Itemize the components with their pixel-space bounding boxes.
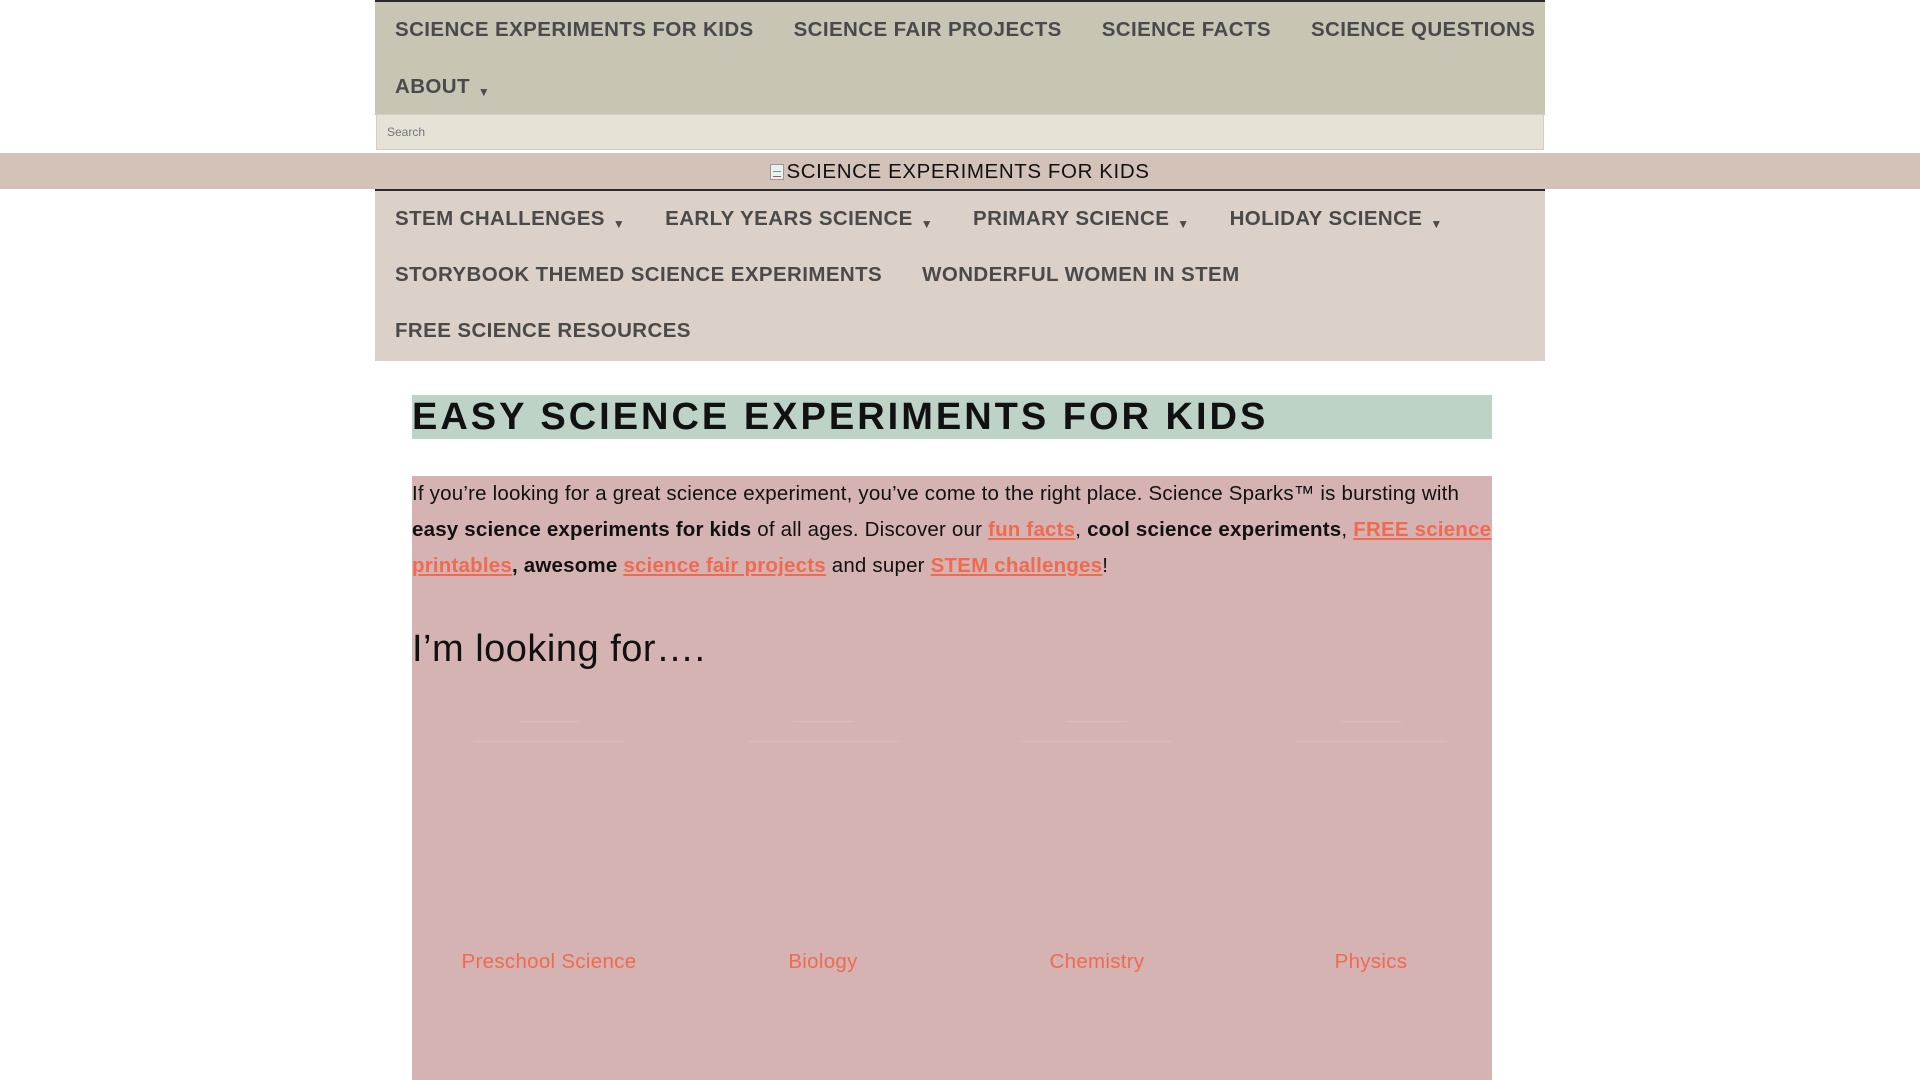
broken-image-icon bbox=[770, 164, 785, 180]
nav-stem-challenges-label: STEM CHALLENGES bbox=[395, 207, 605, 230]
chevron-down-icon: ▼ bbox=[477, 84, 491, 99]
category-preschool-science[interactable]: Preschool Science bbox=[412, 721, 686, 1001]
nav-science-facts[interactable]: SCIENCE FACTS bbox=[1082, 18, 1291, 42]
category-chemistry[interactable]: Chemistry bbox=[960, 721, 1234, 1001]
main-nav-row-1: STEM CHALLENGES ▼ EARLY YEARS SCIENCE ▼ PR… bbox=[375, 191, 1545, 247]
intro-paragraph: If you’re looking for a great science ex… bbox=[412, 476, 1492, 584]
nav-primary-science[interactable]: PRIMARY SCIENCE ▼ bbox=[953, 207, 1210, 231]
chevron-down-icon: ▼ bbox=[920, 217, 934, 231]
link-science-fair-projects[interactable]: science fair projects bbox=[623, 554, 825, 577]
intro-text-6: ! bbox=[1102, 554, 1109, 577]
category-label: Preschool Science bbox=[461, 950, 637, 973]
nav-wonderful-women-in-stem[interactable]: WONDERFUL WOMEN IN STEM bbox=[902, 263, 1259, 287]
category-label: Physics bbox=[1334, 950, 1408, 973]
nav-holiday-science[interactable]: HOLIDAY SCIENCE ▼ bbox=[1210, 207, 1463, 231]
nav-science-experiments-for-kids[interactable]: SCIENCE EXPERIMENTS FOR KIDS bbox=[375, 18, 774, 42]
intro-bold-awesome: , awesome bbox=[511, 554, 624, 577]
category-image bbox=[474, 721, 624, 751]
intro-text-3: , bbox=[1075, 518, 1088, 541]
nav-storybook-themed-science-experiments[interactable]: STORYBOOK THEMED SCIENCE EXPERIMENTS bbox=[375, 263, 902, 287]
nav-early-years-science[interactable]: EARLY YEARS SCIENCE ▼ bbox=[645, 207, 953, 231]
chevron-down-icon: ▼ bbox=[1177, 217, 1190, 231]
main-nav-row-3: FREE SCIENCE RESOURCES bbox=[375, 303, 1545, 359]
link-stem-challenges[interactable]: STEM challenges bbox=[931, 554, 1103, 577]
category-biology[interactable]: Biology bbox=[686, 721, 960, 1001]
nav-stem-challenges[interactable]: STEM CHALLENGES ▼ bbox=[375, 207, 645, 231]
nav-about-label: ABOUT bbox=[395, 74, 470, 98]
intro-bold-cool-experiments: cool science experiments bbox=[1087, 518, 1342, 541]
intro-text-1: If you’re looking for a great science ex… bbox=[412, 482, 1460, 505]
main-navigation: STEM CHALLENGES ▼ EARLY YEARS SCIENCE ▼ PR… bbox=[375, 189, 1545, 361]
chevron-down-icon: ▼ bbox=[612, 217, 626, 231]
search-input[interactable] bbox=[376, 114, 1544, 150]
nav-science-fair-projects[interactable]: SCIENCE FAIR PROJECTS bbox=[774, 18, 1082, 42]
site-logo-alt-text: SCIENCE EXPERIMENTS FOR KIDS bbox=[786, 160, 1150, 183]
nav-science-questions[interactable]: SCIENCE QUESTIONS bbox=[1291, 18, 1555, 42]
main-nav-row-2: STORYBOOK THEMED SCIENCE EXPERIMENTS WON… bbox=[375, 247, 1545, 303]
nav-primary-science-label: PRIMARY SCIENCE bbox=[973, 207, 1170, 230]
page-title: EASY SCIENCE EXPERIMENTS FOR KIDS bbox=[412, 395, 1492, 439]
category-label: Chemistry bbox=[1049, 950, 1145, 973]
category-image bbox=[1296, 721, 1446, 751]
category-label: Biology bbox=[788, 950, 858, 973]
chevron-down-icon: ▼ bbox=[1430, 217, 1443, 231]
nav-free-science-resources[interactable]: FREE SCIENCE RESOURCES bbox=[375, 319, 711, 343]
top-navigation: SCIENCE EXPERIMENTS FOR KIDS SCIENCE FAI… bbox=[375, 0, 1545, 115]
intro-text-2: of all ages. Discover our bbox=[751, 518, 989, 541]
top-nav-row: SCIENCE EXPERIMENTS FOR KIDS SCIENCE FAI… bbox=[375, 2, 1545, 58]
intro-section: If you’re looking for a great science ex… bbox=[412, 476, 1492, 1080]
site-logo-band: SCIENCE EXPERIMENTS FOR KIDS bbox=[0, 153, 1920, 189]
site-logo[interactable]: SCIENCE EXPERIMENTS FOR KIDS bbox=[770, 160, 1149, 184]
link-fun-facts[interactable]: fun facts bbox=[988, 518, 1075, 541]
top-nav-row-2: ABOUT ▼ bbox=[375, 58, 1545, 115]
category-physics[interactable]: Physics bbox=[1234, 721, 1508, 1001]
nav-early-years-science-label: EARLY YEARS SCIENCE bbox=[665, 207, 913, 230]
nav-holiday-science-label: HOLIDAY SCIENCE bbox=[1229, 207, 1423, 230]
nav-about[interactable]: ABOUT ▼ bbox=[375, 75, 510, 99]
looking-for-heading: I’m looking for…. bbox=[412, 628, 706, 670]
category-image bbox=[1022, 721, 1172, 751]
intro-text-5: and super bbox=[825, 554, 931, 577]
intro-bold-easy-experiments: easy science experiments for kids bbox=[412, 518, 752, 541]
intro-text-4: , bbox=[1341, 518, 1354, 541]
category-image bbox=[748, 721, 898, 751]
